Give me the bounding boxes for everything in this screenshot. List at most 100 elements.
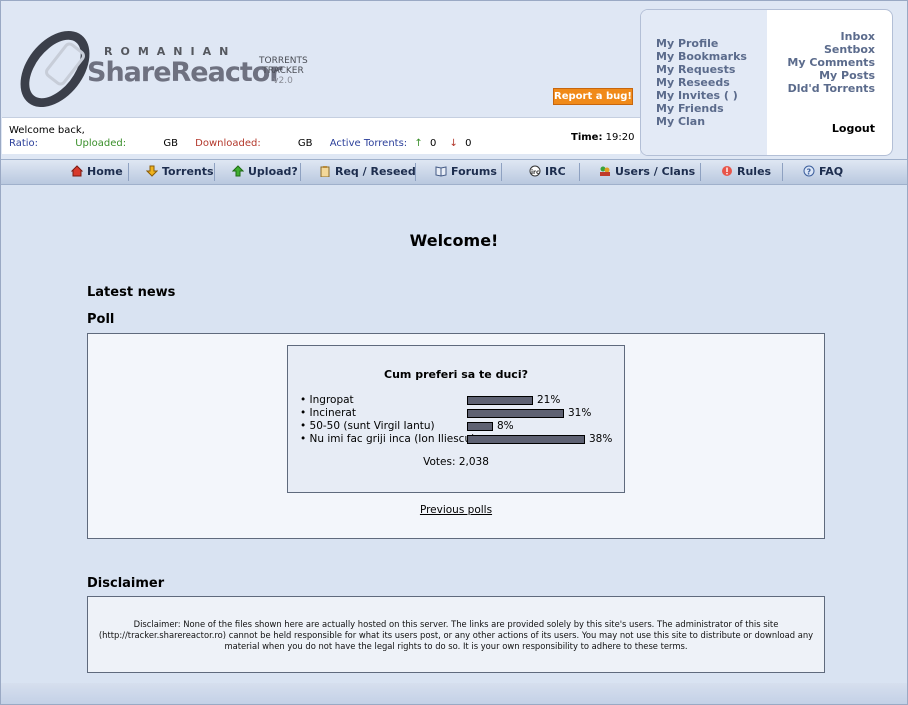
disclaimer-heading: Disclaimer: [87, 576, 165, 591]
downloaded-torrents-link[interactable]: Dld'd Torrents: [787, 82, 875, 95]
seeding-arrow-icon: ↑: [414, 138, 423, 149]
my-reseeds-link[interactable]: My Reseeds: [656, 76, 747, 89]
svg-text:?: ?: [807, 168, 812, 177]
nav-forums[interactable]: Forums: [435, 160, 497, 184]
poll-votes: Votes: 2,038: [423, 456, 489, 468]
poll-heading: Poll: [87, 312, 115, 327]
nav-label: IRC: [545, 165, 566, 178]
logo-name: ShareReactor: [87, 57, 283, 88]
user-menu-box: My Profile My Bookmarks My Requests My R…: [640, 9, 893, 156]
nav-irc[interactable]: irc IRC: [529, 160, 566, 184]
poll-option-label: Incinerat: [309, 407, 356, 419]
time-value: 19:20: [605, 132, 635, 143]
main-nav: Home Torrents Upload? Req / Reseed Forum…: [1, 159, 907, 185]
previous-polls-link[interactable]: Previous polls: [88, 504, 824, 516]
stats-row: Ratio: Uploaded: GB Downloaded: GB Activ…: [9, 138, 475, 149]
my-profile-link[interactable]: My Profile: [656, 37, 747, 50]
svg-text:irc: irc: [531, 169, 540, 176]
poll-bar: [467, 396, 533, 405]
poll-percent: 21%: [537, 394, 561, 406]
nav-req-reseed[interactable]: Req / Reseed: [319, 160, 416, 184]
sentbox-link[interactable]: Sentbox: [787, 43, 875, 56]
my-requests-link[interactable]: My Requests: [656, 63, 747, 76]
nav-label: Rules: [737, 165, 772, 178]
user-menu-left: My Profile My Bookmarks My Requests My R…: [656, 37, 747, 128]
active-torrents-label: Active Torrents:: [329, 138, 408, 149]
page-frame: ROMANIAN ShareReactor TORRENTS TRACKER v…: [0, 0, 908, 705]
nav-home[interactable]: Home: [70, 160, 123, 184]
page-title: Welcome!: [409, 231, 499, 250]
downloaded-label: Downloaded:: [195, 138, 261, 149]
disclaimer-line: material when you do not have the legal …: [224, 641, 688, 651]
poll-question: Cum preferi sa te duci?: [384, 368, 528, 381]
my-invites-link[interactable]: My Invites ( ): [656, 89, 747, 102]
user-menu-right: Inbox Sentbox My Comments My Posts Dld'd…: [787, 30, 875, 95]
logout-link[interactable]: Logout: [832, 122, 875, 135]
my-friends-link[interactable]: My Friends: [656, 102, 747, 115]
help-icon: ?: [803, 162, 815, 177]
tracker-label: TORRENTS TRACKER v2.0: [259, 56, 308, 86]
poll-bar: [467, 422, 493, 431]
leeching-count[interactable]: 0: [465, 138, 471, 149]
download-arrow-icon: [145, 162, 159, 177]
nav-label: Upload?: [248, 165, 298, 178]
header: ROMANIAN ShareReactor TORRENTS TRACKER v…: [1, 1, 907, 159]
poll-bar: [467, 435, 585, 444]
nav-divider: [700, 163, 701, 181]
disclaimer-line: (http://tracker.sharereactor.ro) cannot …: [98, 630, 814, 640]
tracker-version: v2.0: [273, 76, 293, 86]
report-bug-button[interactable]: Report a bug!: [553, 88, 633, 105]
my-bookmarks-link[interactable]: My Bookmarks: [656, 50, 747, 63]
poll-percent: 38%: [589, 433, 613, 445]
downloaded-unit: GB: [297, 138, 313, 149]
my-clan-link[interactable]: My Clan: [656, 115, 747, 128]
disclaimer-box: Disclaimer: None of the files shown here…: [87, 596, 825, 673]
seeding-count[interactable]: 0: [430, 138, 436, 149]
nav-divider: [128, 163, 129, 181]
disclaimer-text: Disclaimer: None of the files shown here…: [96, 619, 816, 652]
status-bar: Welcome back, Ratio: Uploaded: GB Downlo…: [2, 117, 640, 154]
nav-divider: [579, 163, 580, 181]
my-comments-link[interactable]: My Comments: [787, 56, 875, 69]
home-icon: [70, 162, 84, 177]
nav-torrents[interactable]: Torrents: [145, 160, 214, 184]
nav-label: Req / Reseed: [335, 165, 416, 178]
my-posts-link[interactable]: My Posts: [787, 69, 875, 82]
irc-icon: irc: [529, 162, 541, 177]
poll-percent: 31%: [568, 407, 592, 419]
nav-label: Users / Clans: [615, 165, 696, 178]
users-icon: [599, 162, 611, 176]
poll-option-label: Nu imi fac griji inca (Ion Iliescu): [309, 433, 476, 445]
book-icon: [435, 162, 447, 177]
nav-users-clans[interactable]: Users / Clans: [599, 160, 695, 184]
nav-rules[interactable]: Rules: [721, 160, 771, 184]
nav-upload[interactable]: Upload?: [231, 160, 298, 184]
poll-option: • 50-50 (sunt Virgil Iantu): [300, 420, 435, 432]
server-time: Time: 19:20: [571, 132, 634, 143]
poll-container: Cum preferi sa te duci? • Ingropat 21% •…: [87, 333, 825, 539]
time-label: Time:: [571, 132, 603, 143]
uploaded-unit: GB: [163, 138, 178, 149]
poll-option-label: 50-50 (sunt Virgil Iantu): [309, 420, 435, 432]
alert-icon: [721, 162, 733, 176]
clipboard-icon: [319, 162, 331, 178]
nav-divider: [415, 163, 416, 181]
uploaded-label: Uploaded:: [75, 138, 127, 149]
inbox-link[interactable]: Inbox: [787, 30, 875, 43]
nav-label: Forums: [451, 165, 497, 178]
tracker-line: TORRENTS: [259, 56, 308, 66]
disclaimer-line: Disclaimer: None of the files shown here…: [133, 619, 779, 629]
nav-label: Home: [87, 165, 123, 178]
nav-faq[interactable]: ? FAQ: [803, 160, 843, 184]
nav-divider: [501, 163, 502, 181]
poll-option: • Incinerat: [300, 407, 356, 419]
nav-label: Torrents: [162, 165, 214, 178]
leeching-arrow-icon: ↓: [449, 138, 458, 149]
nav-divider: [300, 163, 301, 181]
upload-arrow-icon: [231, 162, 245, 177]
poll-card: Cum preferi sa te duci? • Ingropat 21% •…: [287, 345, 625, 493]
latest-news-heading: Latest news: [87, 285, 176, 300]
nav-divider: [782, 163, 783, 181]
nav-label: FAQ: [819, 165, 844, 178]
tracker-line: TRACKER: [262, 66, 304, 76]
